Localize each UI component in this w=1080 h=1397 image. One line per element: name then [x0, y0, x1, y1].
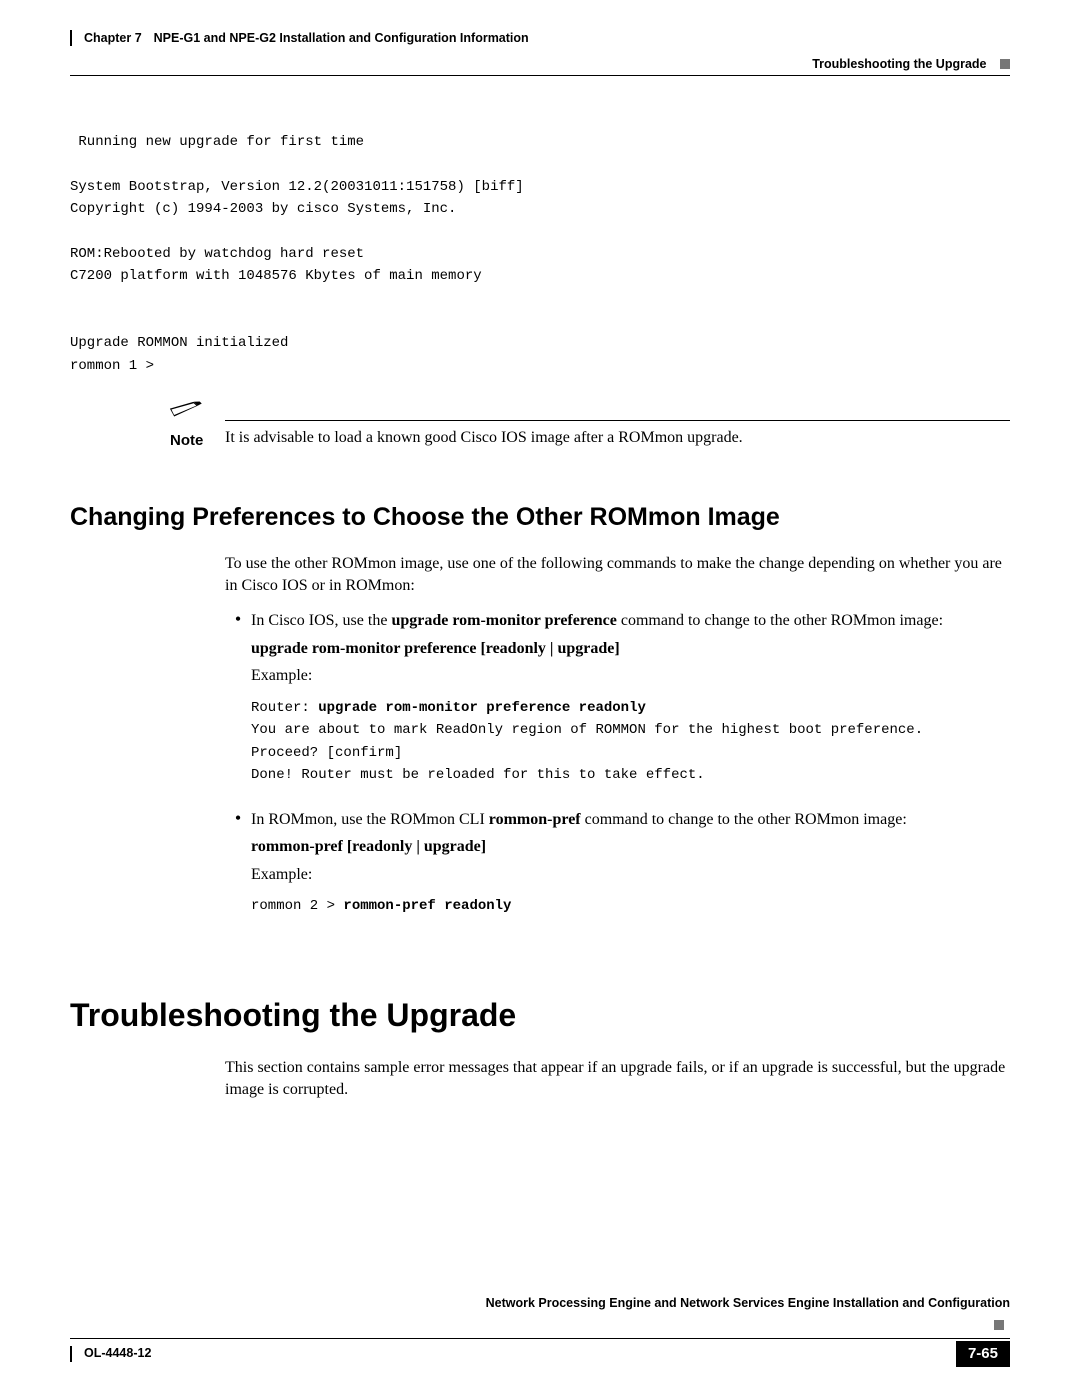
bullet2-post: command to change to the other ROMmon im… — [581, 811, 907, 828]
terminal-output: Running new upgrade for first time Syste… — [70, 131, 1010, 377]
footer-rule — [70, 1338, 1010, 1339]
bullet1-post: command to change to the other ROMmon im… — [617, 612, 943, 629]
bullet-item-rommon: • In ROMmon, use the ROMmon CLI rommon-p… — [225, 809, 1010, 934]
footer-doc-id: OL-4448-12 — [84, 1345, 151, 1362]
footer-page-number: 7-65 — [956, 1341, 1010, 1367]
header-chapter-label: Chapter 7 — [84, 30, 142, 47]
example-label-2: Example: — [251, 864, 1010, 886]
example-code-2: rommon 2 > rommon-pref readonly — [251, 895, 1010, 917]
note-rule — [225, 420, 1010, 421]
bullet-dot-icon: • — [225, 809, 251, 934]
header-chapter: Chapter 7 NPE-G1 and NPE-G2 Installation… — [70, 30, 1010, 47]
bullet-dot-icon: • — [225, 610, 251, 802]
note-label: Note — [70, 431, 225, 451]
page-footer: Network Processing Engine and Network Se… — [70, 1295, 1010, 1367]
bullet1-pre: In Cisco IOS, use the — [251, 612, 391, 629]
header-chapter-title: NPE-G1 and NPE-G2 Installation and Confi… — [154, 30, 529, 47]
footer-square-icon — [994, 1320, 1004, 1330]
footer-bar-icon — [70, 1346, 72, 1362]
bullet2-pre: In ROMmon, use the ROMmon CLI — [251, 811, 489, 828]
section-heading-changing-preferences: Changing Preferences to Choose the Other… — [70, 501, 1010, 535]
bullet2-cmd: rommon-pref — [489, 811, 581, 828]
header-section: Troubleshooting the Upgrade — [70, 56, 1010, 73]
note-block: Note It is advisable to load a known goo… — [70, 402, 1010, 451]
section-heading-troubleshooting: Troubleshooting the Upgrade — [70, 994, 1010, 1037]
header-section-title: Troubleshooting the Upgrade — [812, 57, 986, 71]
example-code-1: Router: upgrade rom-monitor preference r… — [251, 697, 1010, 787]
note-text: It is advisable to load a known good Cis… — [225, 427, 1010, 451]
syntax-upgrade-rom-monitor: upgrade rom-monitor preference [readonly… — [251, 638, 1010, 660]
sectionA-intro: To use the other ROMmon image, use one o… — [225, 553, 1010, 596]
footer-book-title: Network Processing Engine and Network Se… — [70, 1295, 1010, 1312]
example-label-1: Example: — [251, 665, 1010, 687]
header-bar-icon — [70, 30, 72, 46]
bullet1-cmd: upgrade rom-monitor preference — [391, 612, 616, 629]
pencil-icon — [170, 401, 205, 420]
bullet-item-ios: • In Cisco IOS, use the upgrade rom-moni… — [225, 610, 1010, 802]
header-square-icon — [1000, 59, 1010, 69]
sectionB-intro: This section contains sample error messa… — [225, 1057, 1010, 1100]
syntax-rommon-pref: rommon-pref [readonly | upgrade] — [251, 836, 1010, 858]
